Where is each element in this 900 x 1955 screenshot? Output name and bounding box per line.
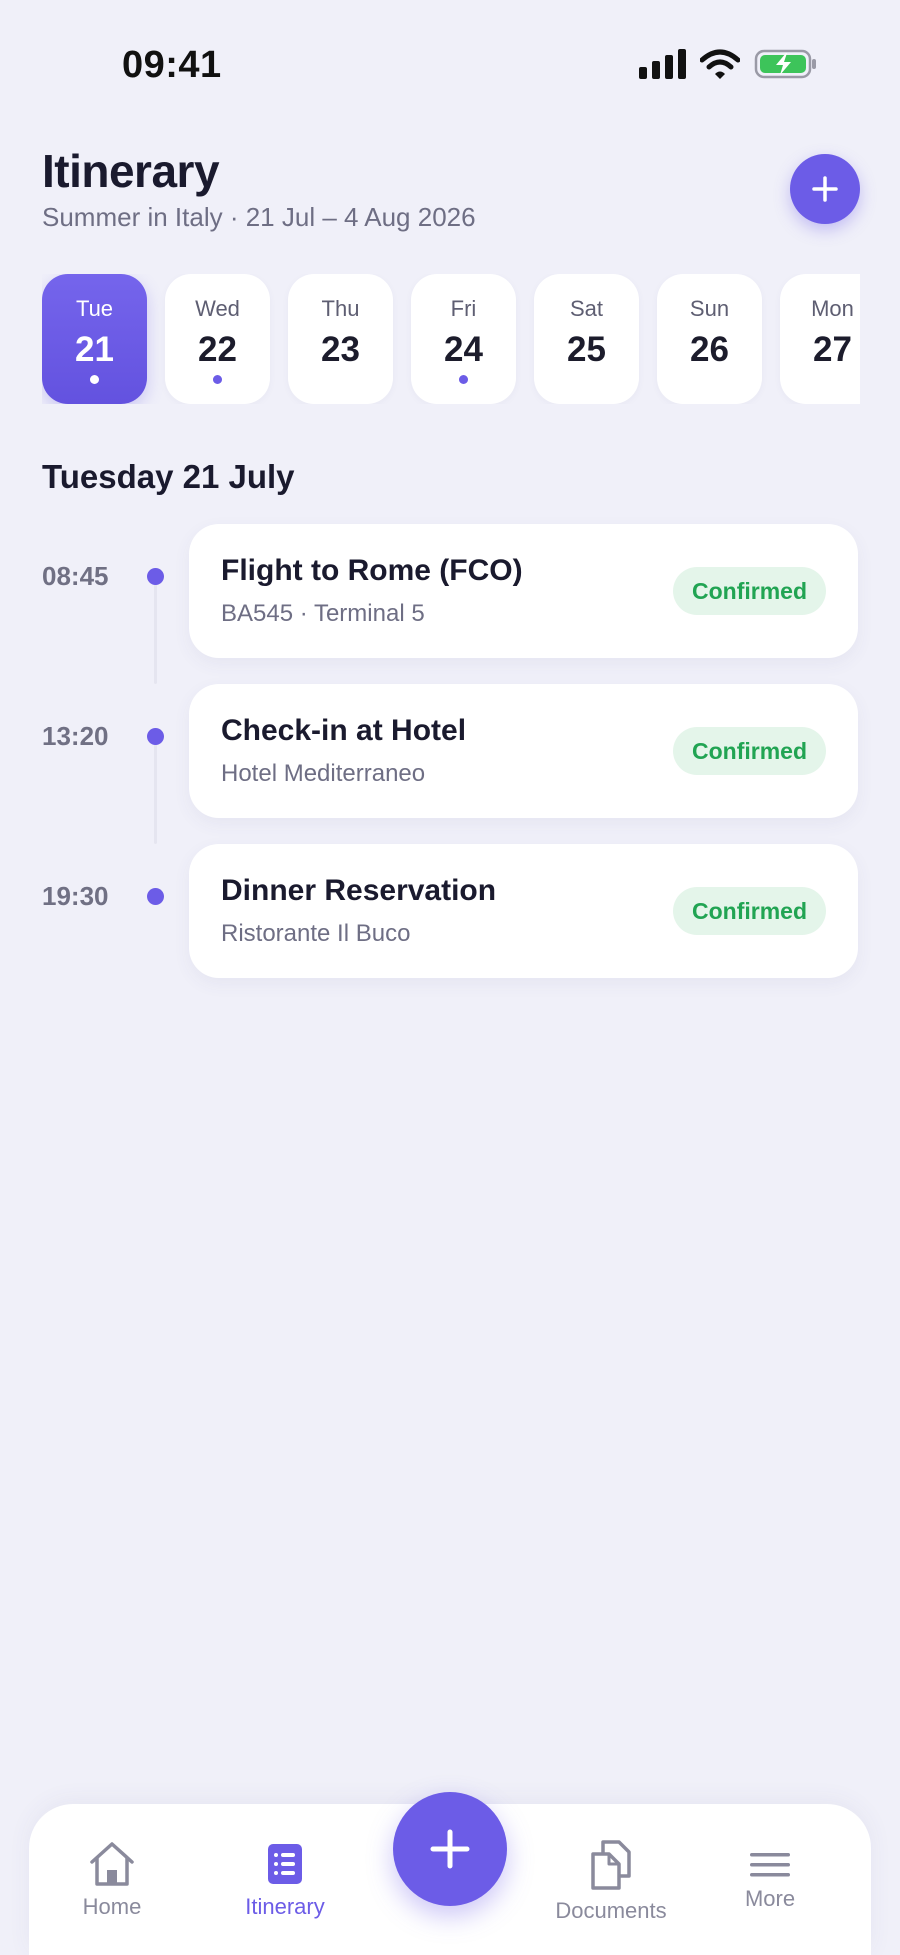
battery-charging-icon [754, 49, 816, 79]
plus-icon [812, 176, 838, 202]
wifi-icon [700, 49, 740, 79]
day-chip-mon-27[interactable]: Mon 27 [780, 274, 860, 404]
timeline-connector [154, 584, 157, 684]
event-subtitle: Hotel Mediterraneo [221, 760, 426, 787]
day-number: 23 [321, 330, 360, 369]
tab-itinerary[interactable]: Itinerary [235, 1840, 335, 1920]
status-bar: 09:41 [0, 0, 900, 132]
tab-home-label: Home [82, 1894, 142, 1919]
event-time: 13:20 [42, 721, 109, 751]
event-subtitle: BA545 · Terminal 5 [221, 600, 425, 627]
event-time: 19:30 [42, 881, 109, 911]
tab-documents-label: Documents [555, 1898, 667, 1923]
tab-more-label: More [744, 1886, 796, 1911]
day-name: Sun [689, 296, 730, 321]
event-title: Flight to Rome (FCO) [221, 554, 523, 587]
tab-itinerary-label: Itinerary [245, 1894, 325, 1919]
day-chip-sat-25[interactable]: Sat 25 [534, 274, 639, 404]
status-badge: Confirmed [673, 727, 826, 775]
menu-icon [750, 1853, 790, 1877]
event-title: Dinner Reservation [221, 874, 497, 907]
day-name: Thu [321, 296, 360, 321]
day-name: Tue [75, 296, 114, 321]
day-chip-tue-21[interactable]: Tue 21 [42, 274, 147, 404]
day-picker[interactable]: Tue 21 Wed 22 Thu 23 Fri 24 Sat 25 Sun 2… [42, 274, 860, 404]
event-card-dinner[interactable]: Dinner Reservation Ristorante Il Buco Co… [189, 844, 858, 978]
day-chip-wed-22[interactable]: Wed 22 [165, 274, 270, 404]
timeline-dot [147, 568, 164, 585]
timeline-dot [147, 888, 164, 905]
event-card-flight[interactable]: Flight to Rome (FCO) BA545 · Terminal 5 … [189, 524, 858, 658]
status-icons [639, 48, 818, 80]
event-time: 08:45 [42, 561, 109, 591]
timeline-dot [147, 728, 164, 745]
tab-home[interactable]: Home [70, 1840, 154, 1920]
day-number: 27 [813, 330, 852, 369]
timeline-connector [154, 744, 157, 844]
status-time: 09:41 [122, 44, 222, 86]
trip-subtitle: Summer in Italy · 21 Jul – 4 Aug 2026 [42, 202, 476, 232]
home-icon [90, 1842, 134, 1886]
event-card-hotel[interactable]: Check-in at Hotel Hotel Mediterraneo Con… [189, 684, 858, 818]
day-number: 24 [444, 330, 483, 369]
day-number: 26 [690, 330, 729, 369]
day-name: Fri [450, 296, 477, 321]
itinerary-list-icon [268, 1844, 302, 1884]
cellular-signal-icon [639, 49, 686, 79]
selected-day-heading: Tuesday 21 July [42, 458, 295, 495]
day-name: Mon [811, 296, 854, 321]
day-number: 22 [198, 330, 237, 369]
plus-icon [430, 1829, 470, 1869]
status-badge: Confirmed [673, 887, 826, 935]
event-title: Check-in at Hotel [221, 714, 467, 747]
day-chip-thu-23[interactable]: Thu 23 [288, 274, 393, 404]
day-number: 21 [75, 330, 114, 369]
tab-more[interactable]: More [734, 1850, 806, 1912]
event-subtitle: Ristorante Il Buco [221, 920, 411, 947]
add-item-button[interactable] [790, 154, 860, 224]
tab-documents[interactable]: Documents [548, 1838, 674, 1924]
event-dot-indicator [213, 375, 222, 384]
event-dot-indicator [459, 375, 468, 384]
day-chip-sun-26[interactable]: Sun 26 [657, 274, 762, 404]
documents-icon [591, 1840, 631, 1890]
status-badge: Confirmed [673, 567, 826, 615]
floating-add-button[interactable] [393, 1792, 507, 1906]
day-name: Wed [195, 296, 240, 321]
day-number: 25 [567, 330, 606, 369]
day-name: Sat [569, 296, 604, 321]
day-chip-fri-24[interactable]: Fri 24 [411, 274, 516, 404]
event-dot-indicator [90, 375, 99, 384]
page-title: Itinerary [42, 145, 220, 197]
